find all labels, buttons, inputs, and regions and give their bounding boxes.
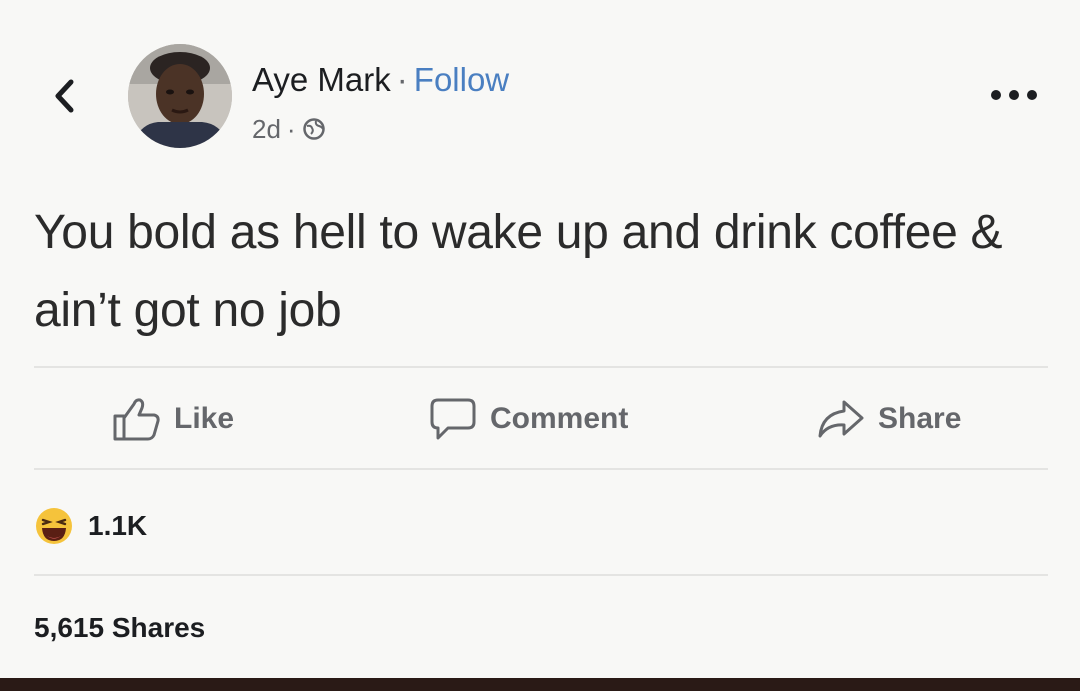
meta-separator: · xyxy=(286,114,296,144)
chevron-left-icon xyxy=(55,79,74,113)
share-arrow-icon xyxy=(818,400,864,438)
globe-icon xyxy=(302,118,325,140)
profile-photo xyxy=(128,44,232,148)
divider-top xyxy=(34,366,1048,368)
comment-label: Comment xyxy=(490,402,629,435)
post-text: You bold as hell to wake up and drink co… xyxy=(34,206,1003,337)
post-time[interactable]: 2d xyxy=(252,112,281,146)
avatar[interactable] xyxy=(128,44,232,148)
like-label: Like xyxy=(174,402,235,435)
share-label: Share xyxy=(878,402,962,435)
bottom-bar xyxy=(0,678,1080,691)
haha-reaction-icon xyxy=(36,508,72,544)
post-card: Aye Mark · Follow 2d · You bold as hell to… xyxy=(0,0,1080,678)
divider-bottom xyxy=(34,574,1048,576)
author-name[interactable]: Aye Mark xyxy=(252,61,391,98)
back-button[interactable] xyxy=(44,74,84,118)
follow-button[interactable]: Follow xyxy=(414,61,509,98)
reactions-summary[interactable]: 1.1K xyxy=(34,502,147,550)
author-line: Aye Mark · Follow xyxy=(252,58,509,102)
more-dots-icon xyxy=(991,90,1037,100)
reaction-count: 1.1K xyxy=(88,510,148,541)
thumbs-up-icon xyxy=(113,398,160,441)
like-button[interactable]: Like xyxy=(112,392,234,446)
post-meta: 2d · xyxy=(252,112,326,146)
comment-icon xyxy=(430,398,476,440)
comment-button[interactable]: Comment xyxy=(428,392,628,446)
share-button[interactable]: Share xyxy=(816,392,961,446)
divider-middle xyxy=(34,468,1048,470)
more-options-button[interactable] xyxy=(984,80,1044,110)
separator-dot: · xyxy=(396,61,408,98)
shares-count[interactable]: 5,615 Shares xyxy=(34,612,205,644)
